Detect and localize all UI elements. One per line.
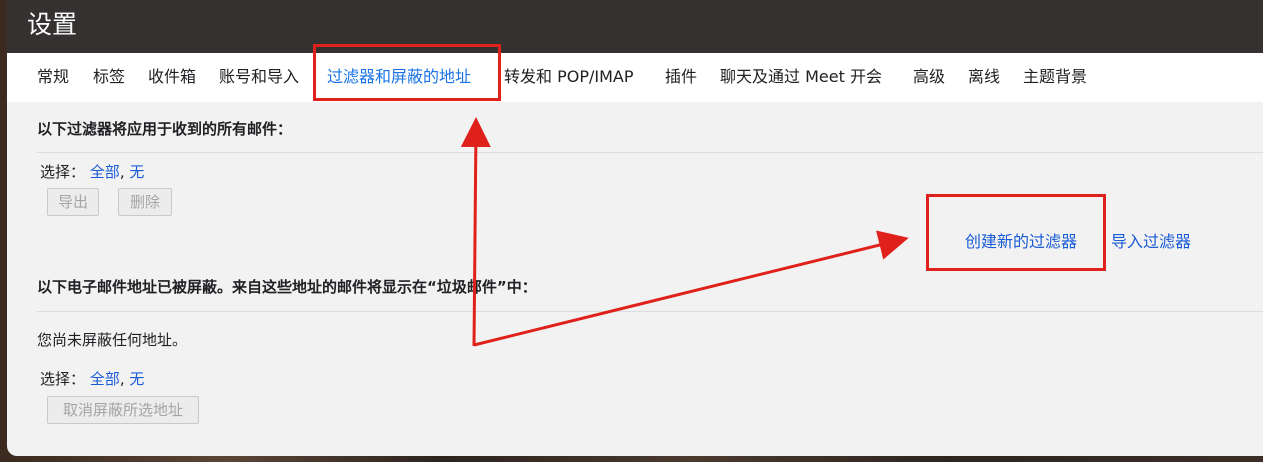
blocked-select-label: 选择： (40, 370, 86, 388)
tab-addons[interactable]: 插件 (665, 66, 697, 88)
blocked-heading: 以下电子邮件地址已被屏蔽。来自这些地址的邮件将显示在“垃圾邮件”中： (37, 278, 537, 296)
filters-select-row: 选择： 全部, 无 (40, 161, 144, 182)
filters-select-none-link[interactable]: 无 (129, 163, 144, 181)
header-bar: 设置 (7, 0, 1263, 53)
blocked-empty-text: 您尚未屏蔽任何地址。 (37, 331, 188, 349)
filters-select-all-link[interactable]: 全部 (90, 163, 120, 181)
import-filter-link[interactable]: 导入过滤器 (1111, 228, 1191, 252)
unblock-selected-button[interactable]: 取消屏蔽所选地址 (47, 396, 199, 424)
filters-content: 以下过滤器将应用于收到的所有邮件： 选择： 全部, 无 导出 删除 创建新的过滤… (7, 102, 1263, 456)
tab-chat-meet[interactable]: 聊天及通过 Meet 开会 (720, 66, 882, 88)
blocked-divider (37, 311, 1263, 312)
filters-heading: 以下过滤器将应用于收到的所有邮件： (37, 120, 293, 138)
annotation-box-filters-tab (313, 44, 501, 101)
delete-button[interactable]: 删除 (118, 188, 172, 216)
page-title: 设置 (27, 10, 78, 39)
blocked-select-none-link[interactable]: 无 (129, 370, 144, 388)
tab-forwarding-pop-imap[interactable]: 转发和 POP/IMAP (504, 66, 634, 88)
tab-labels[interactable]: 标签 (93, 66, 125, 88)
blocked-select-separator: , (119, 370, 125, 388)
blocked-select-all-link[interactable]: 全部 (90, 370, 120, 388)
tab-general[interactable]: 常规 (37, 66, 69, 88)
export-button[interactable]: 导出 (47, 188, 99, 216)
tab-themes[interactable]: 主题背景 (1023, 66, 1087, 88)
blocked-select-row: 选择： 全部, 无 (40, 368, 144, 389)
tab-offline[interactable]: 离线 (968, 66, 1000, 88)
filters-select-label: 选择： (40, 163, 86, 181)
annotation-box-create-filter (926, 194, 1106, 271)
tab-advanced[interactable]: 高级 (913, 66, 945, 88)
tab-accounts-import[interactable]: 账号和导入 (219, 66, 299, 88)
filters-divider (37, 152, 1263, 153)
tab-inbox[interactable]: 收件箱 (148, 66, 196, 88)
filters-select-separator: , (119, 163, 125, 181)
settings-tabs: 常规 标签 收件箱 账号和导入 过滤器和屏蔽的地址 转发和 POP/IMAP 插… (7, 53, 1263, 102)
